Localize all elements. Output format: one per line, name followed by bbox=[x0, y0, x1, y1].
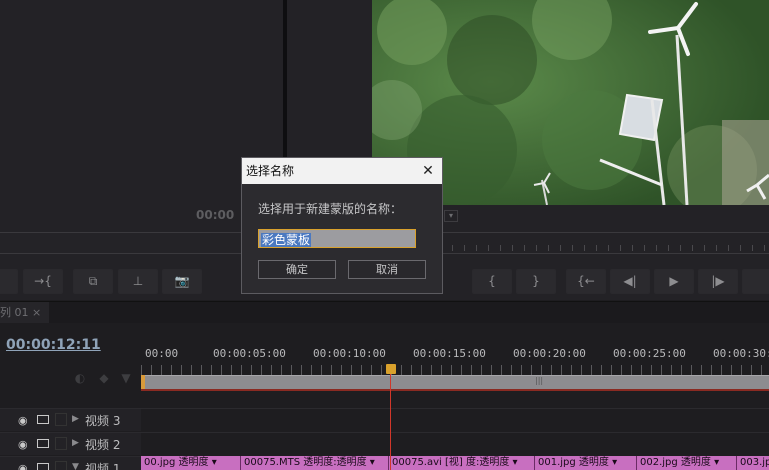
playhead-handle[interactable] bbox=[386, 364, 396, 374]
work-area-start-handle[interactable] bbox=[141, 375, 145, 390]
video-1-clips: 00.jpg 透明度 ▾ 00075.MTS 透明度:透明度 ▾ 00075.a… bbox=[141, 456, 769, 470]
track-name: 视频 3 bbox=[85, 414, 121, 428]
track-name: 视频 2 bbox=[85, 438, 121, 452]
timeline-clip[interactable]: 00075.MTS 透明度:透明度 ▾ bbox=[241, 456, 389, 470]
eye-icon[interactable]: ◉ bbox=[18, 438, 28, 451]
mark-out-button[interactable]: } bbox=[516, 269, 556, 294]
mark-in-button[interactable]: { bbox=[472, 269, 512, 294]
go-to-out-button[interactable]: →{ bbox=[23, 269, 63, 294]
ruler-label: 00:00:05:00 bbox=[213, 347, 286, 360]
ruler-label: 00:00:30:00 bbox=[713, 347, 769, 360]
expand-triangle-icon[interactable]: ▶ bbox=[72, 414, 79, 424]
film-icon[interactable] bbox=[37, 415, 49, 424]
timeline-clip[interactable]: 00075.avi [视] 度:透明度 ▾ bbox=[389, 456, 535, 470]
dialog-prompt: 选择用于新建蒙版的名称： bbox=[258, 202, 403, 216]
overlay-button[interactable]: ⊥ bbox=[118, 269, 158, 294]
timeline-clip[interactable]: 001.jpg 透明度 ▾ bbox=[535, 456, 637, 470]
timeline-ruler[interactable]: 00:00 00:00:05:00 00:00:10:00 00:00:15:0… bbox=[141, 343, 769, 375]
film-icon[interactable] bbox=[37, 439, 49, 448]
track-header: ◉ ▼ 视频 1 bbox=[0, 457, 141, 470]
close-icon[interactable]: ✕ bbox=[418, 161, 438, 181]
eye-icon[interactable]: ◉ bbox=[18, 462, 28, 470]
track-header: ◉ ▶ 视频 2 bbox=[0, 433, 141, 455]
expand-triangle-icon[interactable]: ▶ bbox=[72, 438, 79, 448]
track-name: 视频 1 bbox=[85, 462, 121, 470]
insert-button[interactable]: ⧉ bbox=[73, 269, 113, 294]
ruler-label: 00:00 bbox=[145, 347, 179, 360]
source-timecode: 00:00 bbox=[196, 208, 235, 222]
track-lock-box[interactable] bbox=[55, 461, 67, 470]
timeline-clip[interactable]: 002.jpg 透明度 ▾ bbox=[637, 456, 737, 470]
work-area-grip-icon[interactable]: ||| bbox=[535, 376, 543, 385]
playhead-line[interactable] bbox=[390, 374, 391, 470]
choose-name-dialog: 选择名称 ✕ 选择用于新建蒙版的名称： 彩色蒙板 确定 取消 bbox=[241, 157, 443, 294]
camera-icon[interactable]: 📷 bbox=[162, 269, 202, 294]
step-back-frame-button[interactable]: ◀| bbox=[610, 269, 650, 294]
tab-sequence-01[interactable]: 列 01 × bbox=[0, 302, 50, 324]
track-row: ◉ ▶ 视频 2 bbox=[0, 432, 769, 455]
ruler-label: 00:00:15:00 bbox=[413, 347, 486, 360]
dialog-title: 选择名称 bbox=[246, 164, 295, 178]
ruler-ticks bbox=[141, 365, 769, 375]
snap-icon[interactable]: ◐ bbox=[72, 370, 88, 386]
ruler-ticks bbox=[440, 245, 769, 251]
ok-button[interactable]: 确定 bbox=[258, 260, 336, 279]
film-icon[interactable] bbox=[37, 463, 49, 470]
timeline-clip[interactable]: 00.jpg 透明度 ▾ bbox=[141, 456, 241, 470]
dialog-titlebar: 选择名称 ✕ bbox=[242, 158, 442, 184]
timeline-tab-bar: 列 01 × bbox=[0, 301, 769, 324]
chevron-down-icon[interactable]: ▾ bbox=[444, 210, 458, 222]
track-lock-box[interactable] bbox=[55, 437, 67, 450]
step-back-button[interactable] bbox=[0, 269, 18, 294]
track-lock-box[interactable] bbox=[55, 413, 67, 426]
work-area-bar[interactable]: ||| bbox=[141, 375, 769, 390]
play-button[interactable]: ▶ bbox=[654, 269, 694, 294]
ruler-label: 00:00:10:00 bbox=[313, 347, 386, 360]
step-forward-frame-button[interactable]: |▶ bbox=[698, 269, 738, 294]
program-ruler[interactable] bbox=[440, 232, 769, 254]
go-to-in-button[interactable]: {← bbox=[566, 269, 606, 294]
cancel-button[interactable]: 取消 bbox=[348, 260, 426, 279]
render-status-bar bbox=[141, 389, 769, 391]
add-marker-icon[interactable]: ▼ bbox=[118, 370, 134, 386]
timeline-clip[interactable]: 003.jp bbox=[737, 456, 769, 470]
marker-icon[interactable]: ◆ bbox=[96, 370, 112, 386]
go-to-out-point-button[interactable] bbox=[742, 269, 769, 294]
ruler-label: 00:00:20:00 bbox=[513, 347, 586, 360]
matte-name-input[interactable]: 彩色蒙板 bbox=[258, 229, 416, 248]
timeline-timecode[interactable]: 00:00:12:11 bbox=[6, 337, 101, 353]
track-header: ◉ ▶ 视频 3 bbox=[0, 409, 141, 431]
ruler-label: 00:00:25:00 bbox=[613, 347, 686, 360]
matte-name-value[interactable]: 彩色蒙板 bbox=[261, 233, 312, 247]
eye-icon[interactable]: ◉ bbox=[18, 414, 28, 427]
track-row: ◉ ▶ 视频 3 bbox=[0, 408, 769, 431]
expand-triangle-icon[interactable]: ▼ bbox=[72, 462, 79, 470]
